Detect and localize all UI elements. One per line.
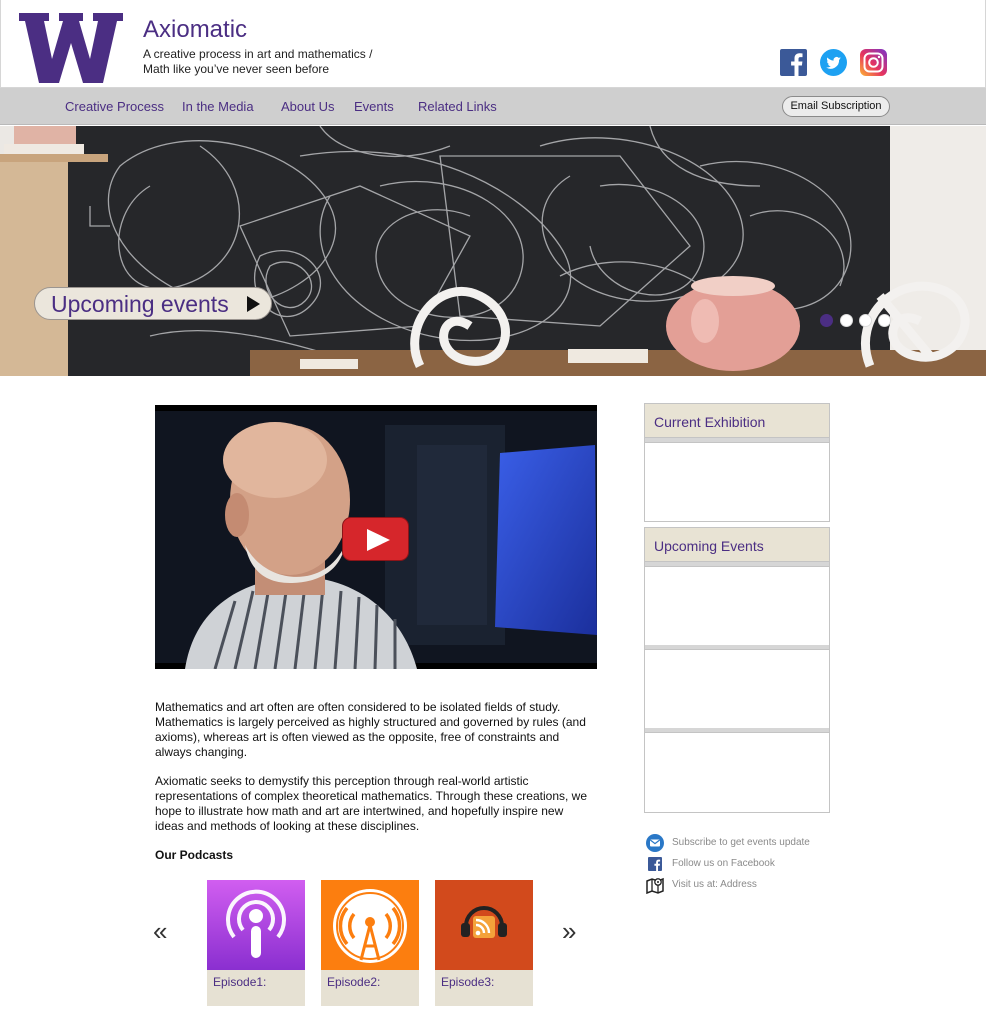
- upcoming-events-label: Upcoming events: [51, 291, 229, 317]
- event-slot-2[interactable]: [645, 650, 829, 728]
- nav-item-related-links[interactable]: Related Links: [418, 99, 497, 114]
- subscribe-text: Subscribe to get events update: [672, 837, 810, 848]
- episode-card-3[interactable]: Episode3:: [435, 880, 533, 1006]
- play-icon: [367, 529, 390, 551]
- podcasts-next-button[interactable]: »: [562, 918, 576, 944]
- main-nav: Creative Process In the Media About Us E…: [0, 88, 986, 125]
- overcast-icon: [321, 880, 419, 970]
- podcast-rss-headphones-icon: [435, 880, 533, 970]
- carousel-dot-1[interactable]: [820, 314, 833, 327]
- tagline-line-2: Math like you’ve never seen before: [143, 62, 330, 76]
- mail-icon: [646, 834, 664, 852]
- current-exhibition-title: Current Exhibition: [645, 404, 829, 438]
- carousel-dot-2[interactable]: [840, 314, 853, 327]
- episode-card-2[interactable]: Episode2:: [321, 880, 419, 1006]
- nav-item-about-us[interactable]: About Us: [281, 99, 334, 114]
- nav-item-creative-process[interactable]: Creative Process: [65, 99, 164, 114]
- event-slot-3[interactable]: [645, 733, 829, 805]
- uw-logo[interactable]: [19, 13, 123, 83]
- event-slot-1[interactable]: [645, 567, 829, 645]
- carousel-dot-4[interactable]: [878, 314, 891, 327]
- intro-paragraph-1: Mathematics and art often are often cons…: [155, 700, 586, 759]
- facebook-icon[interactable]: [780, 49, 807, 76]
- tagline-line-1: A creative process in art and mathematic…: [143, 47, 373, 61]
- w-logo-icon: [19, 13, 123, 83]
- video-player[interactable]: [155, 405, 597, 669]
- instagram-icon[interactable]: [860, 49, 887, 76]
- nav-item-events[interactable]: Events: [354, 99, 394, 114]
- apple-podcasts-icon: [207, 880, 305, 970]
- site-header: Axiomatic A creative process in art and …: [0, 0, 986, 88]
- upcoming-events-button[interactable]: Upcoming events: [34, 287, 272, 320]
- email-subscription-button[interactable]: Email Subscription: [782, 96, 890, 117]
- upcoming-events-panel: Upcoming Events: [644, 527, 830, 813]
- site-tagline: A creative process in art and mathematic…: [143, 47, 372, 77]
- facebook-icon: [646, 855, 664, 873]
- upcoming-events-title: Upcoming Events: [645, 528, 829, 562]
- site-title[interactable]: Axiomatic: [143, 16, 247, 44]
- hero-carousel: Upcoming events: [0, 126, 986, 376]
- panel-divider: [645, 438, 829, 443]
- nav-item-in-the-media[interactable]: In the Media: [182, 99, 254, 114]
- episode-card-1[interactable]: Episode1:: [207, 880, 305, 1006]
- carousel-dot-3[interactable]: [859, 314, 872, 327]
- intro-paragraph-2: Axiomatic seeks to demystify this percep…: [155, 774, 587, 833]
- facebook-follow-text: Follow us on Facebook: [672, 858, 775, 869]
- twitter-icon[interactable]: [820, 49, 847, 76]
- episode-label: Episode1:: [213, 975, 267, 989]
- video-play-button[interactable]: [342, 517, 409, 561]
- map-icon: [646, 876, 664, 895]
- play-arrow-icon: [247, 296, 260, 312]
- episode-label: Episode2:: [327, 975, 381, 989]
- hero-image: [0, 126, 986, 376]
- current-exhibition-panel: Current Exhibition: [644, 403, 830, 522]
- podcasts-prev-button[interactable]: «: [153, 918, 167, 944]
- episode-label: Episode3:: [441, 975, 495, 989]
- podcasts-heading: Our Podcasts: [155, 848, 234, 862]
- address-text: Visit us at: Address: [672, 879, 757, 890]
